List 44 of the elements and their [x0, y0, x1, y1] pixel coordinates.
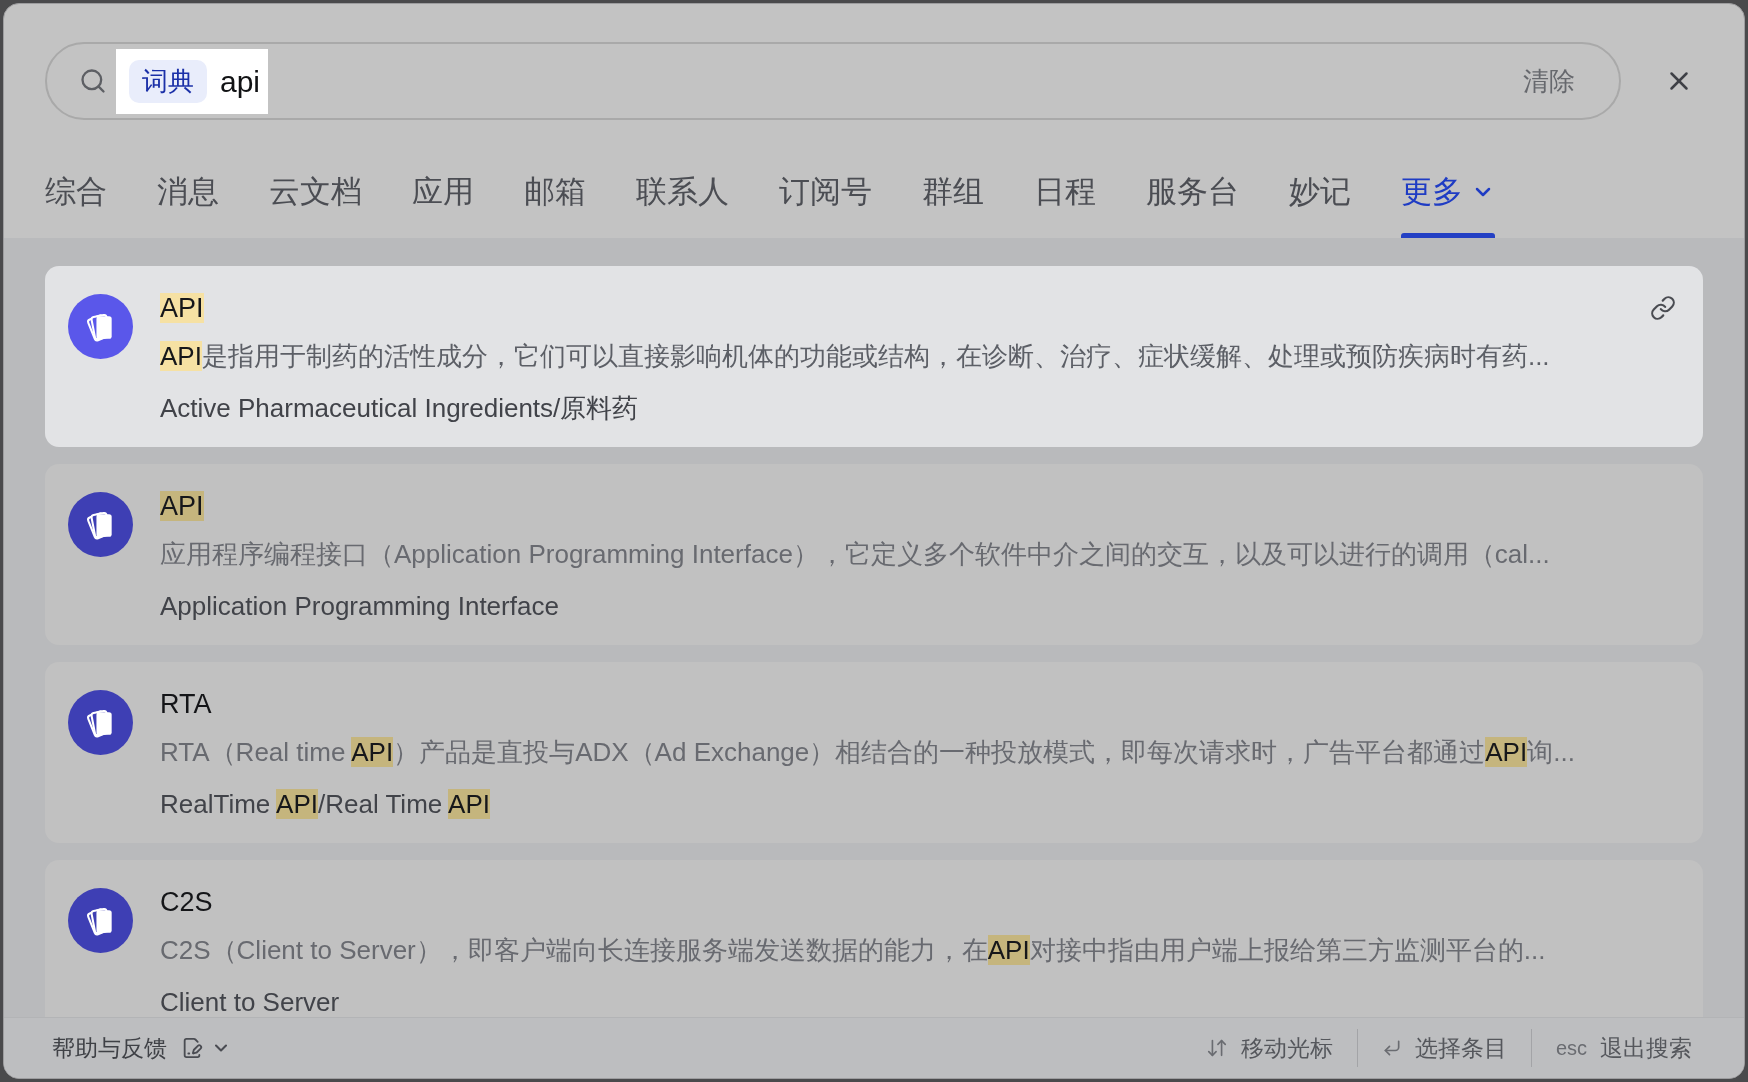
tab[interactable]: 服务台 [1146, 146, 1239, 238]
result-title: API [160, 490, 204, 523]
cards-icon [68, 690, 133, 755]
scope-tag: 词典 [129, 59, 207, 103]
hint-label: 退出搜索 [1600, 1033, 1692, 1063]
tab[interactable]: 邮箱 [524, 146, 586, 238]
key-label: esc [1555, 1036, 1587, 1061]
tab[interactable]: 群组 [922, 146, 984, 238]
result-card[interactable]: C2S C2S（Client to Server），即客户端向长连接服务端发送数据的能力，在API对接中指由用户端上报给第三方监测平台的... Client to Server [45, 860, 1703, 1017]
result-card[interactable]: API API是指用于制药的活性成分，它们可以直接影响机体的功能或结构，在诊断、治疗、症状缓解、处理或预防疾病时有药... Active Pharmaceutical Ingredients/原料药 [45, 266, 1703, 447]
clear-button[interactable]: 清除 [1523, 61, 1575, 101]
tab[interactable]: 云文档 [269, 146, 362, 238]
tab[interactable]: 消息 [157, 146, 219, 238]
result-card[interactable]: API 应用程序编程接口（Application Programming Interface），它定义多个软件中介之间的交互，以及可以进行的调用（cal... Application Programming Interface [45, 464, 1703, 645]
result-title: API [160, 292, 204, 325]
cards-icon [68, 294, 133, 359]
result-title: C2S [160, 886, 213, 919]
tab[interactable]: 订阅号 [779, 146, 872, 238]
hint-label: 选择条目 [1414, 1033, 1507, 1063]
search-icon [79, 67, 107, 95]
cards-icon [68, 888, 133, 953]
result-description: 应用程序编程接口（Application Programming Interface），它定义多个软件中介之间的交互，以及可以进行的调用（cal... [160, 538, 1550, 571]
tab[interactable]: 日程 [1034, 146, 1096, 238]
result-description: C2S（Client to Server），即客户端向长连接服务端发送数据的能力，在API对接中指由用户端上报给第三方监测平台的... [160, 934, 1546, 967]
result-description: API是指用于制药的活性成分，它们可以直接影响机体的功能或结构，在诊断、治疗、症状缓解、处理或预防疾病时有药... [160, 340, 1550, 373]
search-query[interactable]: api [220, 58, 261, 104]
hint-label: 移动光标 [1240, 1033, 1333, 1063]
note-pen-icon [181, 1037, 203, 1059]
result-subtitle: Client to Server [160, 987, 340, 1017]
link-icon[interactable] [1650, 295, 1676, 321]
result-subtitle: Active Pharmaceutical Ingredients/原料药 [160, 393, 639, 423]
tab[interactable]: 联系人 [636, 146, 729, 238]
result-subtitle: Application Programming Interface [160, 591, 559, 621]
tab[interactable]: 应用 [412, 146, 474, 238]
tab[interactable]: 更多 [1401, 146, 1495, 238]
search-field[interactable]: 词典 api 清除 [45, 42, 1621, 120]
return-arrow-icon [1381, 1038, 1402, 1058]
tab[interactable]: 妙记 [1289, 146, 1351, 238]
result-subtitle: RealTime API/Real Time API [160, 789, 490, 819]
cards-icon [68, 492, 133, 557]
help-feedback-button[interactable]: 帮助与反馈 [52, 1030, 167, 1066]
tab[interactable]: 综合 [45, 146, 107, 238]
result-title: RTA [160, 688, 212, 721]
up-down-arrows-icon [1205, 1037, 1228, 1059]
